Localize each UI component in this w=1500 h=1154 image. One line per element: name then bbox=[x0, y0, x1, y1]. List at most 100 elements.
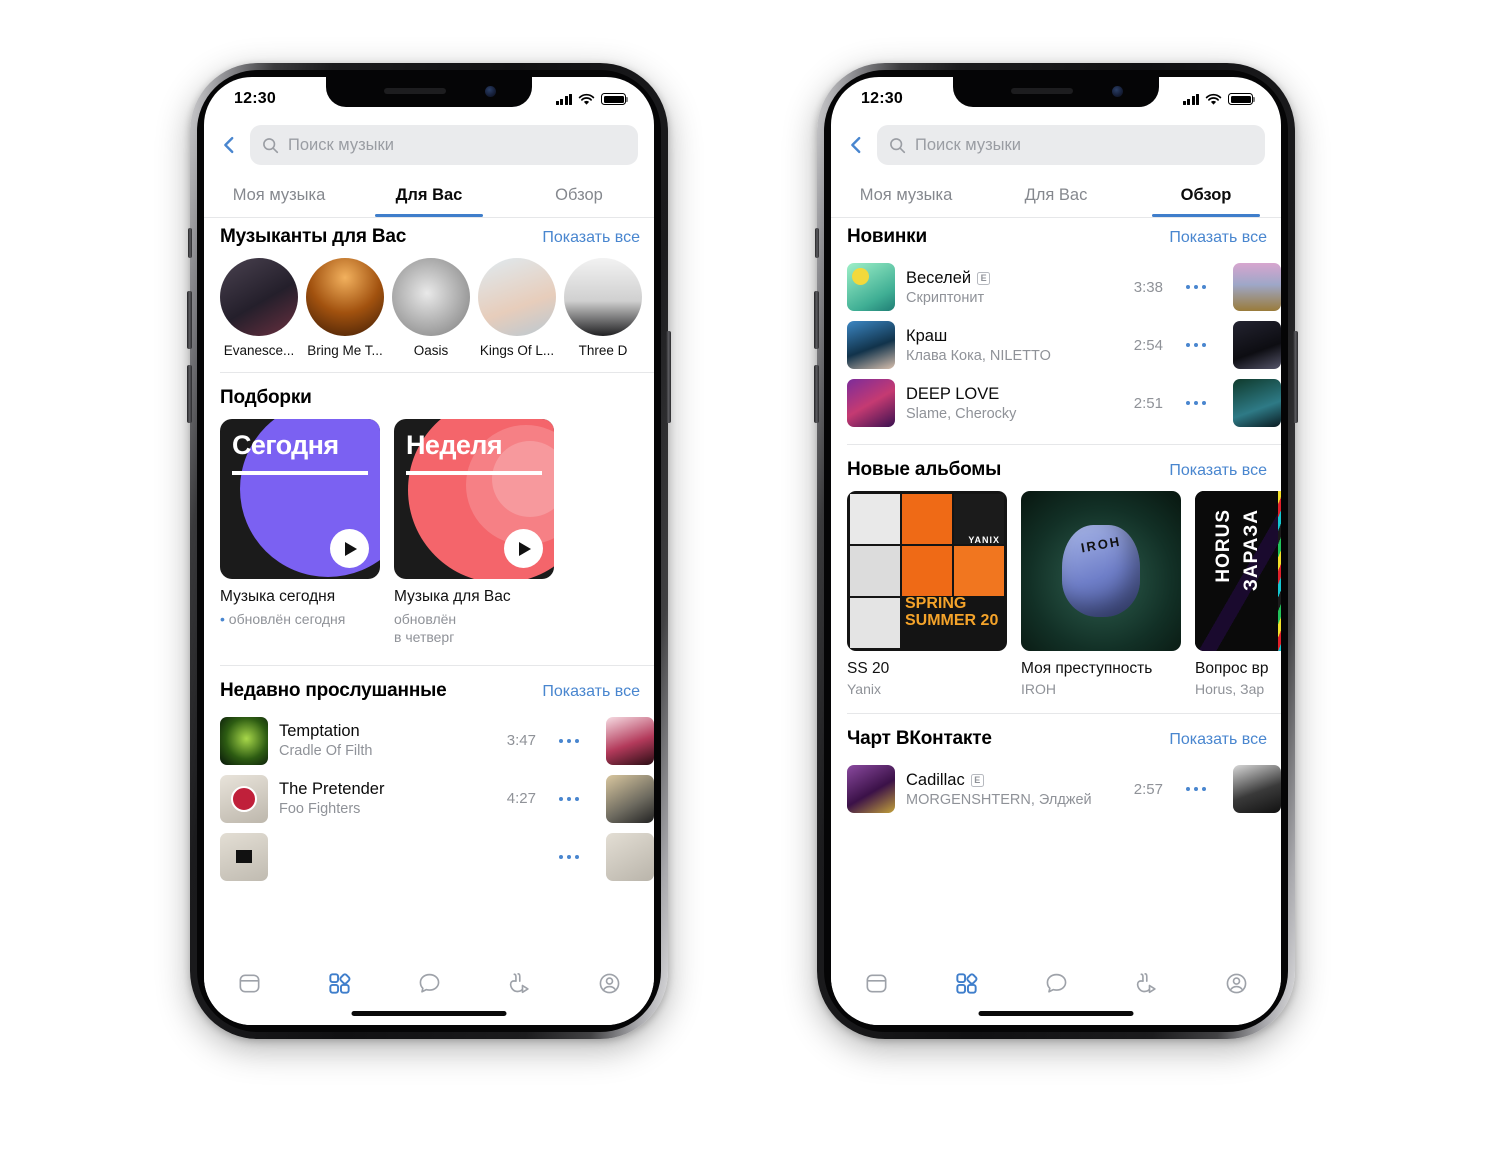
album-name: Моя преступность bbox=[1021, 660, 1153, 677]
update-dot-icon: • bbox=[220, 611, 225, 627]
search-input[interactable]: Поиск музыки bbox=[877, 125, 1265, 165]
show-all-link[interactable]: Показать все bbox=[542, 683, 640, 701]
nav-services[interactable] bbox=[313, 963, 365, 1003]
power-button[interactable] bbox=[666, 331, 671, 423]
notch-left bbox=[326, 77, 532, 107]
track-row[interactable] bbox=[204, 828, 654, 886]
show-all-link[interactable]: Показать все bbox=[542, 229, 640, 247]
track-more-button[interactable] bbox=[1174, 786, 1218, 792]
silent-switch[interactable] bbox=[188, 228, 192, 258]
cellular-icon bbox=[555, 93, 572, 105]
album-art bbox=[847, 321, 895, 369]
artists-carousel[interactable]: Evanesce... Bring Me T... Oasis Kings Of… bbox=[204, 258, 654, 358]
power-button[interactable] bbox=[1293, 331, 1298, 423]
tab-my-music[interactable]: Моя музыка bbox=[831, 177, 981, 217]
artist-card[interactable]: Evanesce... bbox=[220, 258, 298, 358]
playlist-name: Музыка сегодня bbox=[220, 588, 336, 605]
back-chevron-icon[interactable] bbox=[845, 134, 867, 156]
nav-messages[interactable] bbox=[403, 963, 455, 1003]
track-more-button[interactable] bbox=[1174, 284, 1218, 290]
tab-for-you[interactable]: Для Вас bbox=[354, 177, 504, 217]
album-art bbox=[847, 765, 895, 813]
volume-up-button[interactable] bbox=[814, 291, 819, 349]
nav-newsfeed[interactable] bbox=[850, 963, 902, 1003]
volume-down-button[interactable] bbox=[814, 365, 819, 423]
track-row[interactable]: DEEP LOVE Slame, Cherocky 2:51 bbox=[831, 374, 1281, 432]
nav-clips[interactable] bbox=[1120, 963, 1172, 1003]
nav-newsfeed[interactable] bbox=[223, 963, 275, 1003]
artist-card[interactable]: Oasis bbox=[392, 258, 470, 358]
play-button[interactable] bbox=[330, 529, 369, 568]
track-more-button[interactable] bbox=[547, 738, 591, 744]
album-cover: IROH bbox=[1021, 491, 1181, 651]
silent-switch[interactable] bbox=[815, 228, 819, 258]
tab-my-music[interactable]: Моя музыка bbox=[204, 177, 354, 217]
artist-name: Oasis bbox=[413, 343, 449, 358]
track-row[interactable]: Веселей E Скриптонит 3:38 bbox=[831, 258, 1281, 316]
volume-down-button[interactable] bbox=[187, 365, 192, 423]
track-duration: 2:54 bbox=[1133, 336, 1163, 354]
track-row[interactable]: The Pretender Foo Fighters 4:27 bbox=[204, 770, 654, 828]
track-more-button[interactable] bbox=[1174, 400, 1218, 406]
search-input[interactable]: Поиск музыки bbox=[250, 125, 638, 165]
section-title: Подборки bbox=[220, 387, 312, 408]
playlist-card[interactable]: Неделя Музыка для Вас обновлён в четверг bbox=[394, 419, 554, 647]
content-scroll-right[interactable]: Новинки Показать все Веселей E Скриптони… bbox=[831, 212, 1281, 1025]
track-more-button[interactable] bbox=[1174, 342, 1218, 348]
tab-for-you[interactable]: Для Вас bbox=[981, 177, 1131, 217]
album-card[interactable]: IROH Моя преступность IROH bbox=[1021, 491, 1181, 697]
track-meta: The Pretender Foo Fighters bbox=[279, 780, 477, 817]
volume-up-button[interactable] bbox=[187, 291, 192, 349]
track-artist: Скриптонит bbox=[906, 289, 985, 306]
track-more-button[interactable] bbox=[547, 796, 591, 802]
playlist-name: Музыка для Вас bbox=[394, 588, 511, 605]
album-card[interactable]: YANIX SPRING SUMMER 20 SS 20 Yanix bbox=[847, 491, 1007, 697]
track-row[interactable]: Temptation Cradle Of Filth 3:47 bbox=[204, 712, 654, 770]
nav-profile[interactable] bbox=[1210, 963, 1262, 1003]
nav-clips[interactable] bbox=[493, 963, 545, 1003]
section-header-new: Новинки Показать все bbox=[831, 212, 1281, 258]
track-row[interactable]: Краш Клава Кока, NILETTO 2:54 bbox=[831, 316, 1281, 374]
album-artist: Yanix bbox=[847, 681, 881, 697]
albums-carousel[interactable]: YANIX SPRINGSUMMER 20 SS 20 Yanix IROH bbox=[831, 491, 1281, 697]
nav-profile[interactable] bbox=[583, 963, 635, 1003]
profile-icon bbox=[599, 973, 619, 993]
section-header-recent: Недавно прослушанные Показать все bbox=[204, 666, 654, 712]
show-all-link[interactable]: Показать все bbox=[1169, 462, 1267, 480]
avatar bbox=[564, 258, 642, 336]
playlist-rule bbox=[406, 471, 542, 475]
track-more-button[interactable] bbox=[547, 854, 591, 860]
next-album-art-peek bbox=[1233, 379, 1281, 427]
status-indicators bbox=[555, 93, 629, 106]
play-button[interactable] bbox=[504, 529, 543, 568]
track-artist: Foo Fighters bbox=[279, 801, 361, 818]
avatar bbox=[306, 258, 384, 336]
artist-name: Three D bbox=[578, 343, 628, 358]
tab-overview[interactable]: Обзор bbox=[1131, 177, 1281, 217]
album-card[interactable]: HORUS ЗАРАЗА Вопрос вр Horus, Зар bbox=[1195, 491, 1281, 697]
artist-card[interactable]: Kings Of L... bbox=[478, 258, 556, 358]
show-all-link[interactable]: Показать все bbox=[1169, 229, 1267, 247]
section-title: Музыканты для Вас bbox=[220, 226, 407, 247]
home-indicator[interactable] bbox=[351, 1011, 507, 1016]
wifi-icon bbox=[578, 93, 595, 105]
content-scroll-left[interactable]: Музыканты для Вас Показать все Evanesce.… bbox=[204, 212, 654, 1025]
tab-overview[interactable]: Обзор bbox=[504, 177, 654, 217]
artist-card[interactable]: Bring Me T... bbox=[306, 258, 384, 358]
playlists-carousel[interactable]: Сегодня Музыка сегодня • обновлён сегодн… bbox=[204, 419, 654, 647]
artist-card[interactable]: Three D bbox=[564, 258, 642, 358]
next-album-art-peek bbox=[606, 716, 654, 765]
explicit-icon: E bbox=[970, 773, 984, 787]
album-name: Вопрос вр bbox=[1195, 660, 1269, 677]
home-indicator[interactable] bbox=[978, 1011, 1134, 1016]
album-artist: IROH bbox=[1021, 681, 1056, 697]
back-chevron-icon[interactable] bbox=[218, 134, 240, 156]
track-row[interactable]: Cadillac E MORGENSHTERN, Элджей 2:57 bbox=[831, 760, 1281, 818]
show-all-link[interactable]: Показать все bbox=[1169, 731, 1267, 749]
track-title-row: Краш bbox=[906, 327, 1104, 346]
explicit-icon: E bbox=[977, 271, 991, 285]
nav-messages[interactable] bbox=[1030, 963, 1082, 1003]
status-indicators bbox=[1182, 93, 1256, 106]
nav-services[interactable] bbox=[940, 963, 992, 1003]
playlist-card[interactable]: Сегодня Музыка сегодня • обновлён сегодн… bbox=[220, 419, 380, 647]
